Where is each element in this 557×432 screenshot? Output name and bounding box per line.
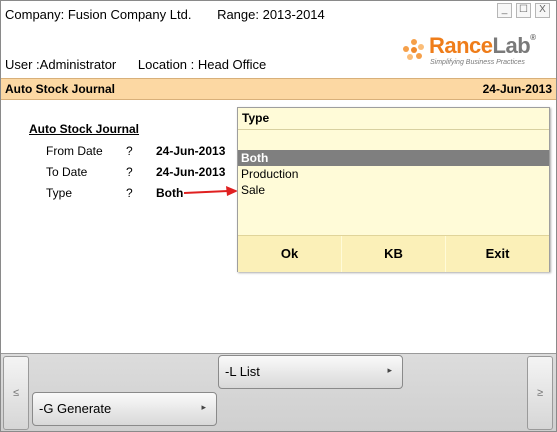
help-marker: ? <box>126 144 133 158</box>
popup-title: Type <box>242 111 270 125</box>
to-date-label: To Date <box>46 165 88 179</box>
close-icon[interactable]: X <box>535 3 550 18</box>
to-date-value[interactable]: 24-Jun-2013 <box>156 165 225 179</box>
chevron-right-icon: ▸ <box>201 402 206 412</box>
popup-search-input[interactable] <box>238 129 549 151</box>
location-label: Location : Head Office <box>137 57 267 72</box>
screen-title-bar: Auto Stock Journal 24-Jun-2013 <box>1 78 556 100</box>
screen-date: 24-Jun-2013 <box>482 82 552 96</box>
option-sale[interactable]: Sale <box>238 182 549 198</box>
red-arrow-icon <box>184 186 238 196</box>
header-info: Company: Fusion Company Ltd. Range: 2013… <box>5 7 347 22</box>
user-label: User :Administrator <box>5 57 117 72</box>
generate-button[interactable]: -G Generate ▸ <box>32 392 217 426</box>
type-selection-popup: Type Both Production Sale Ok KB Exit <box>237 107 550 272</box>
logo-dots-icon <box>403 39 425 61</box>
type-options-list: Both Production Sale <box>238 150 549 198</box>
scroll-left-button[interactable]: ≤ <box>3 356 29 430</box>
popup-button-row: Ok KB Exit <box>238 235 549 272</box>
from-date-value[interactable]: 24-Jun-2013 <box>156 144 225 158</box>
company-name: Company: Fusion Company Ltd. <box>5 7 192 22</box>
help-marker: ? <box>126 165 133 179</box>
financial-range: Range: 2013-2014 <box>217 7 325 22</box>
help-marker: ? <box>126 186 133 200</box>
generate-button-label: -G Generate <box>39 401 112 416</box>
from-date-label: From Date <box>46 144 103 158</box>
exit-button[interactable]: Exit <box>446 236 549 272</box>
screen-title: Auto Stock Journal <box>5 82 116 96</box>
rancelab-logo: RanceLab® Simplifying Business Practices <box>403 33 553 69</box>
ok-button[interactable]: Ok <box>238 236 342 272</box>
option-production[interactable]: Production <box>238 166 549 182</box>
chevron-right-icon: ▸ <box>387 365 392 375</box>
app-window: Company: Fusion Company Ltd. Range: 2013… <box>0 0 557 432</box>
logo-wordmark: RanceLab® <box>429 33 536 58</box>
bottom-toolbar: ≤ -L List ▸ -G Generate ▸ ≥ <box>1 353 556 431</box>
kb-button[interactable]: KB <box>342 236 446 272</box>
option-both[interactable]: Both <box>238 150 549 166</box>
list-button[interactable]: -L List ▸ <box>218 355 403 389</box>
type-value[interactable]: Both <box>156 186 183 200</box>
session-info: User :Administrator Location : Head Offi… <box>5 57 284 72</box>
type-label: Type <box>46 186 73 200</box>
list-button-label: -L List <box>225 364 260 379</box>
form-heading: Auto Stock Journal <box>29 122 140 136</box>
minimize-icon[interactable]: _ <box>497 3 512 18</box>
logo-tagline: Simplifying Business Practices <box>430 59 525 66</box>
maximize-icon[interactable]: ☐ <box>516 3 531 18</box>
window-controls: _ ☐ X <box>497 3 550 18</box>
scroll-right-button[interactable]: ≥ <box>527 356 553 430</box>
